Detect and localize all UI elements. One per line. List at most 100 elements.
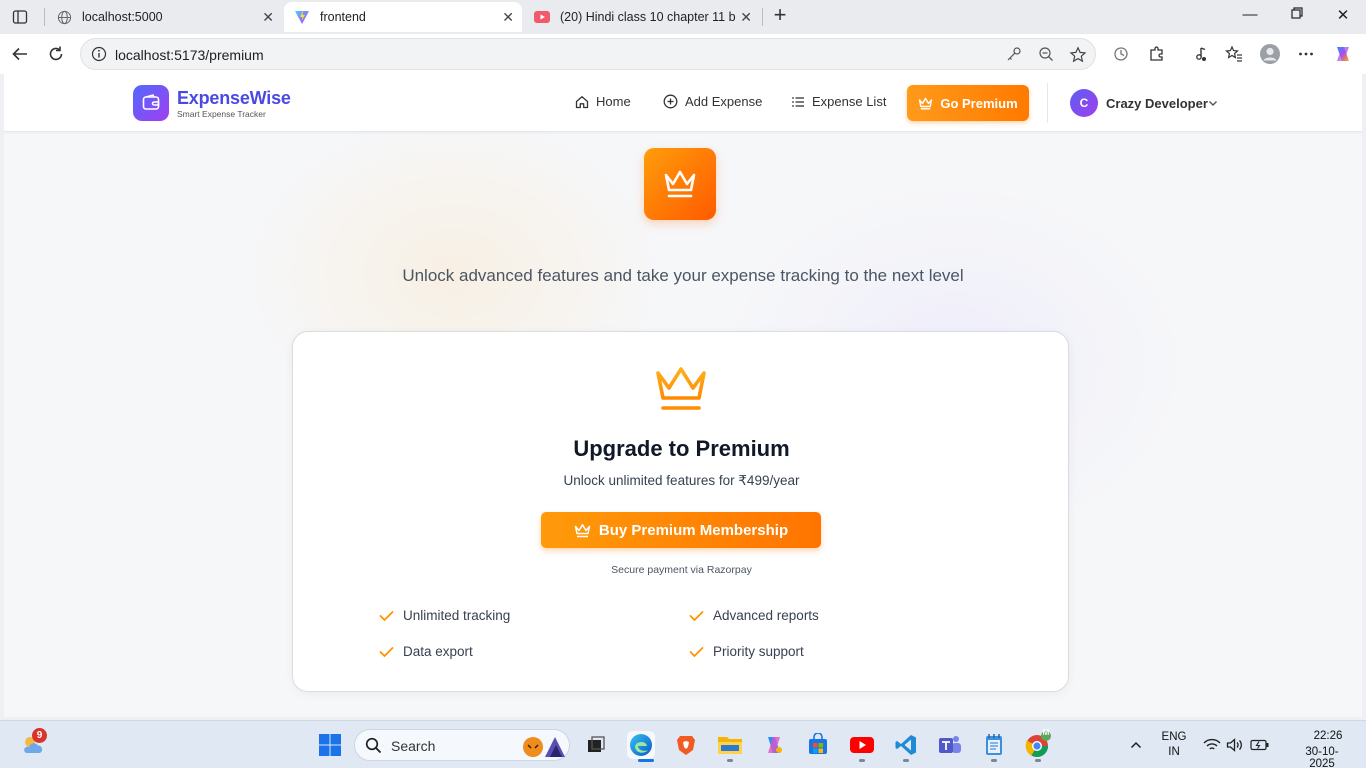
feature-item: Data export: [379, 644, 473, 659]
youtube-app-icon[interactable]: [848, 731, 876, 759]
check-icon: [689, 646, 704, 658]
notepad-icon[interactable]: [980, 731, 1008, 759]
browser-essentials-icon[interactable]: [1110, 43, 1132, 65]
premium-crown-badge: [644, 148, 716, 220]
profile-avatar-icon[interactable]: [1259, 43, 1281, 65]
brave-browser-icon[interactable]: [672, 731, 700, 759]
address-bar[interactable]: localhost:5173/premium: [80, 38, 1096, 70]
copilot-icon[interactable]: [1332, 43, 1354, 65]
tab-title: (20) Hindi class 10 chapter 11 bihar: [560, 10, 736, 24]
secure-payment-note: Secure payment via Razorpay: [611, 564, 752, 576]
nav-expense-list-label: Expense List: [812, 94, 887, 109]
taskbar: Search M ENG IN 22:26 30-10-2025: [0, 720, 1366, 768]
running-indicator: [727, 759, 733, 762]
tab-separator: [762, 8, 763, 26]
tab-localhost-5000[interactable]: localhost:5000 ✕: [46, 2, 282, 32]
site-info-icon[interactable]: [91, 46, 107, 67]
running-indicator: [859, 759, 865, 762]
running-indicator: [903, 759, 909, 762]
battery-icon[interactable]: [1246, 731, 1274, 759]
clock-time[interactable]: 22:26: [1306, 730, 1350, 742]
taskbar-search[interactable]: Search: [354, 729, 570, 761]
tab-youtube-video[interactable]: (20) Hindi class 10 chapter 11 bihar ✕: [524, 2, 760, 32]
close-tab-icon[interactable]: ✕: [502, 9, 514, 25]
refresh-icon[interactable]: [44, 42, 68, 66]
brand-tagline: Smart Expense Tracker: [177, 109, 266, 119]
input-region[interactable]: IN: [1158, 746, 1190, 758]
microsoft-store-icon[interactable]: [804, 731, 832, 759]
feature-label: Data export: [403, 644, 473, 659]
check-icon: [379, 610, 394, 622]
volume-icon[interactable]: [1221, 731, 1249, 759]
close-tab-icon[interactable]: ✕: [262, 9, 274, 25]
close-window-icon[interactable]: ✕: [1333, 6, 1353, 24]
copilot-app-icon[interactable]: [760, 731, 788, 759]
tab-actions-icon[interactable]: [8, 5, 32, 29]
edge-browser-icon[interactable]: [627, 731, 655, 759]
browser-toolbar: localhost:5173/premium: [0, 34, 1366, 74]
go-premium-button[interactable]: Go Premium: [907, 85, 1029, 121]
crown-icon: [918, 97, 933, 110]
favorite-star-icon[interactable]: [1069, 46, 1087, 69]
feature-label: Advanced reports: [713, 608, 819, 623]
favorites-icon[interactable]: [1223, 43, 1245, 65]
more-options-icon[interactable]: [1295, 43, 1317, 65]
crown-icon: [653, 364, 709, 419]
hero-subtitle: Unlock advanced features and take your e…: [402, 266, 964, 285]
tab-separator: [44, 8, 45, 26]
minimize-icon[interactable]: —: [1240, 6, 1260, 23]
nav-home-label: Home: [596, 94, 631, 109]
windows-start-icon[interactable]: [316, 731, 344, 759]
restore-icon[interactable]: [1287, 6, 1307, 23]
nav-add-expense-label: Add Expense: [685, 94, 763, 109]
check-icon: [379, 646, 394, 658]
nav-expense-list[interactable]: Expense List: [791, 94, 886, 109]
zoom-out-icon[interactable]: [1038, 46, 1054, 67]
teams-icon[interactable]: [936, 731, 964, 759]
close-tab-icon[interactable]: ✕: [740, 9, 752, 25]
feature-item: Advanced reports: [689, 608, 819, 623]
brand-name[interactable]: ExpenseWise: [177, 88, 291, 109]
wallet-logo-icon[interactable]: [133, 85, 169, 121]
crown-icon: [574, 523, 591, 538]
extensions-icon[interactable]: [1146, 43, 1168, 65]
nav-home[interactable]: Home: [575, 94, 631, 109]
buy-premium-label: Buy Premium Membership: [598, 521, 789, 539]
back-arrow-icon[interactable]: [8, 42, 32, 66]
new-tab-button[interactable]: +: [768, 4, 792, 28]
key-icon[interactable]: [1006, 46, 1022, 67]
chevron-up-icon[interactable]: [1122, 731, 1150, 759]
clock-date[interactable]: 30-10-2025: [1294, 746, 1350, 768]
home-icon: [575, 95, 589, 109]
youtube-icon: [534, 9, 550, 25]
tab-title: localhost:5000: [82, 10, 163, 24]
running-indicator: [991, 759, 997, 762]
chevron-down-icon[interactable]: [1207, 96, 1219, 114]
file-explorer-icon[interactable]: [716, 731, 744, 759]
chrome-browser-icon[interactable]: M: [1024, 728, 1052, 759]
card-subtitle: Unlock unlimited features for ₹499/year: [563, 473, 800, 488]
running-indicator: [1035, 759, 1041, 762]
go-premium-label: Go Premium: [940, 95, 1018, 111]
nav-divider: [1047, 83, 1048, 123]
buy-premium-button[interactable]: Buy Premium Membership: [541, 512, 821, 548]
feature-item: Priority support: [689, 644, 804, 659]
nav-add-expense[interactable]: Add Expense: [663, 94, 762, 109]
check-icon: [689, 610, 704, 622]
search-icon: [365, 737, 382, 759]
feature-label: Unlimited tracking: [403, 608, 511, 623]
task-view-icon[interactable]: [582, 731, 610, 759]
chrome-profile-initial: M: [1042, 728, 1050, 737]
url-text: localhost:5173/premium: [115, 47, 264, 63]
premium-card: Upgrade to Premium Unlock unlimited feat…: [292, 331, 1069, 692]
browser-tab-strip: localhost:5000 ✕ frontend ✕ (20) Hindi c…: [0, 0, 1366, 34]
running-indicator: [638, 759, 654, 762]
feature-item: Unlimited tracking: [379, 608, 510, 623]
input-language[interactable]: ENG: [1158, 731, 1190, 743]
user-name[interactable]: Crazy Developer: [1106, 96, 1208, 111]
user-avatar[interactable]: C: [1070, 89, 1098, 117]
app-navbar: ExpenseWise Smart Expense Tracker Home A…: [4, 74, 1362, 132]
media-control-icon[interactable]: [1188, 43, 1210, 65]
tab-frontend[interactable]: frontend ✕: [284, 2, 522, 32]
vscode-icon[interactable]: [892, 731, 920, 759]
